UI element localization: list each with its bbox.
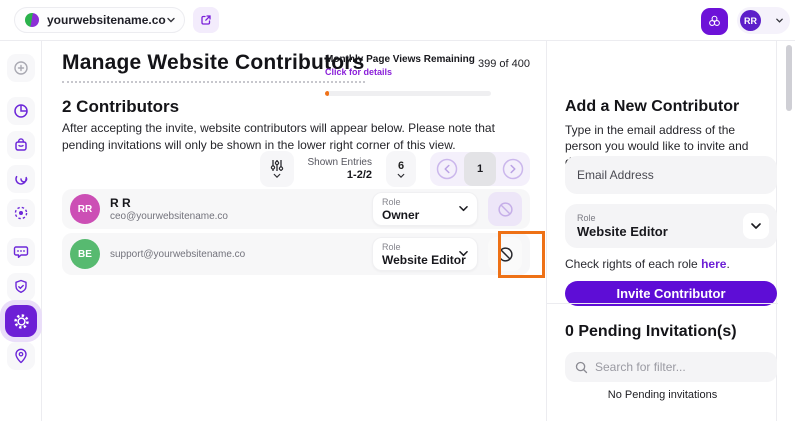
chevron-down-icon [273, 173, 281, 179]
contributor-row: RR R R ceo@yourwebsitename.co Role Owner [62, 189, 530, 229]
current-page[interactable]: 1 [464, 152, 496, 186]
next-page-button[interactable] [502, 158, 524, 180]
sidebar [0, 41, 42, 421]
chevron-down-icon [166, 15, 176, 25]
rights-link[interactable]: here [701, 257, 726, 271]
contributor-email: support@yourwebsitename.co [110, 249, 245, 260]
capture-focus-icon [13, 205, 29, 221]
design-swirl-icon [13, 171, 29, 187]
sidebar-item-comments[interactable] [7, 238, 35, 266]
sidebar-item-capture[interactable] [7, 199, 35, 227]
page-views-widget: Monthly Page Views Remaining Click for d… [325, 54, 530, 77]
user-avatar: RR [740, 10, 761, 31]
add-site-icon [13, 60, 29, 76]
sidebar-item-design[interactable] [7, 165, 35, 193]
panel-divider [547, 303, 778, 304]
contributor-identity: R R ceo@yourwebsitename.co [110, 196, 228, 222]
no-pending-invitations-text: No Pending invitations [547, 389, 778, 401]
store-bag-icon [13, 137, 29, 153]
remove-contributor-button[interactable] [488, 237, 522, 271]
contributor-avatar: RR [70, 194, 100, 224]
chevron-down-icon [458, 205, 469, 213]
settings-gear-icon [13, 313, 30, 330]
page-title: Manage Website Contributors [62, 51, 365, 83]
chevron-down-icon [775, 16, 784, 25]
role-dropdown[interactable]: Role Website Editor [372, 237, 478, 271]
sidebar-item-location[interactable] [7, 342, 35, 370]
role-rights-note: Check rights of each role here. [565, 257, 730, 271]
contributors-description: After accepting the invite, website cont… [62, 120, 534, 154]
shown-entries: Shown Entries 1-2/2 [308, 157, 372, 181]
contributor-email: ceo@yourwebsitename.co [110, 211, 228, 222]
scrollbar-thumb[interactable] [786, 45, 792, 111]
table-controls: Shown Entries 1-2/2 6 1 [62, 151, 530, 187]
search-filter-input[interactable] [595, 360, 767, 374]
shield-check-icon [13, 279, 29, 295]
main-content: Manage Website Contributors Monthly Page… [42, 41, 546, 421]
chevron-down-icon [458, 250, 469, 258]
pending-search [565, 352, 777, 382]
rights-text: Check rights of each role [565, 257, 701, 271]
location-pin-icon [13, 348, 29, 364]
search-icon [575, 361, 588, 374]
sidebar-item-privacy[interactable] [7, 273, 35, 301]
sidebar-item-settings[interactable] [5, 305, 37, 337]
contributor-row: BE support@yourwebsitename.co Role Websi… [62, 233, 530, 275]
external-link-icon [200, 14, 212, 26]
analytics-pie-icon [13, 103, 29, 119]
shown-entries-value: 1-2/2 [308, 169, 372, 181]
block-icon [497, 201, 514, 218]
role-dropdown[interactable]: Role Owner [372, 192, 478, 226]
role-label: Role [382, 197, 455, 207]
filter-sliders-icon [270, 159, 284, 172]
user-menu[interactable]: RR [737, 7, 790, 34]
sidebar-item-store[interactable] [7, 131, 35, 159]
site-selector-dropdown[interactable]: yourwebsitename.co [14, 7, 185, 33]
rights-period: . [726, 257, 729, 271]
role-value: Owner [382, 208, 455, 222]
pending-invitations-heading: 0 Pending Invitation(s) [565, 323, 737, 341]
page-views-value: 399 of 400 [478, 58, 530, 70]
sidebar-item-analytics[interactable] [7, 97, 35, 125]
pagination: 1 [430, 152, 530, 186]
contributor-identity: support@yourwebsitename.co [110, 248, 245, 260]
page-size-dropdown[interactable]: 6 [386, 151, 416, 187]
apps-flower-icon [707, 14, 722, 29]
page-views-progress-bar [325, 91, 491, 96]
previous-page-button[interactable] [436, 158, 458, 180]
sidebar-item-add-site[interactable] [7, 54, 35, 82]
role-label: Role [382, 242, 455, 252]
contributor-name: R R [110, 196, 228, 210]
contributor-avatar: BE [70, 239, 100, 269]
page-views-progress-fill [325, 91, 329, 96]
email-field[interactable] [565, 156, 777, 194]
page-size-value: 6 [398, 160, 404, 172]
right-panel: Add a New Contributor Type in the email … [546, 41, 777, 421]
open-site-button[interactable] [193, 7, 219, 33]
chevron-down-icon [397, 173, 405, 179]
chat-bubble-icon [13, 244, 29, 260]
top-bar: yourwebsitename.co RR [0, 0, 795, 41]
shown-entries-label: Shown Entries [308, 157, 372, 168]
apps-button[interactable] [701, 8, 728, 35]
role-value: Website Editor [577, 224, 733, 239]
new-contributor-role-dropdown[interactable]: Role Website Editor [565, 204, 777, 248]
filter-button[interactable] [260, 151, 294, 187]
site-favicon-icon [25, 13, 39, 27]
remove-contributor-button [488, 192, 522, 226]
contributors-heading: 2 Contributors [62, 97, 179, 117]
role-value: Website Editor [382, 253, 455, 267]
role-label: Role [577, 213, 733, 223]
block-icon [497, 246, 514, 263]
site-name: yourwebsitename.co [47, 13, 166, 27]
add-contributor-heading: Add a New Contributor [565, 98, 739, 116]
chevron-down-icon [743, 213, 769, 239]
